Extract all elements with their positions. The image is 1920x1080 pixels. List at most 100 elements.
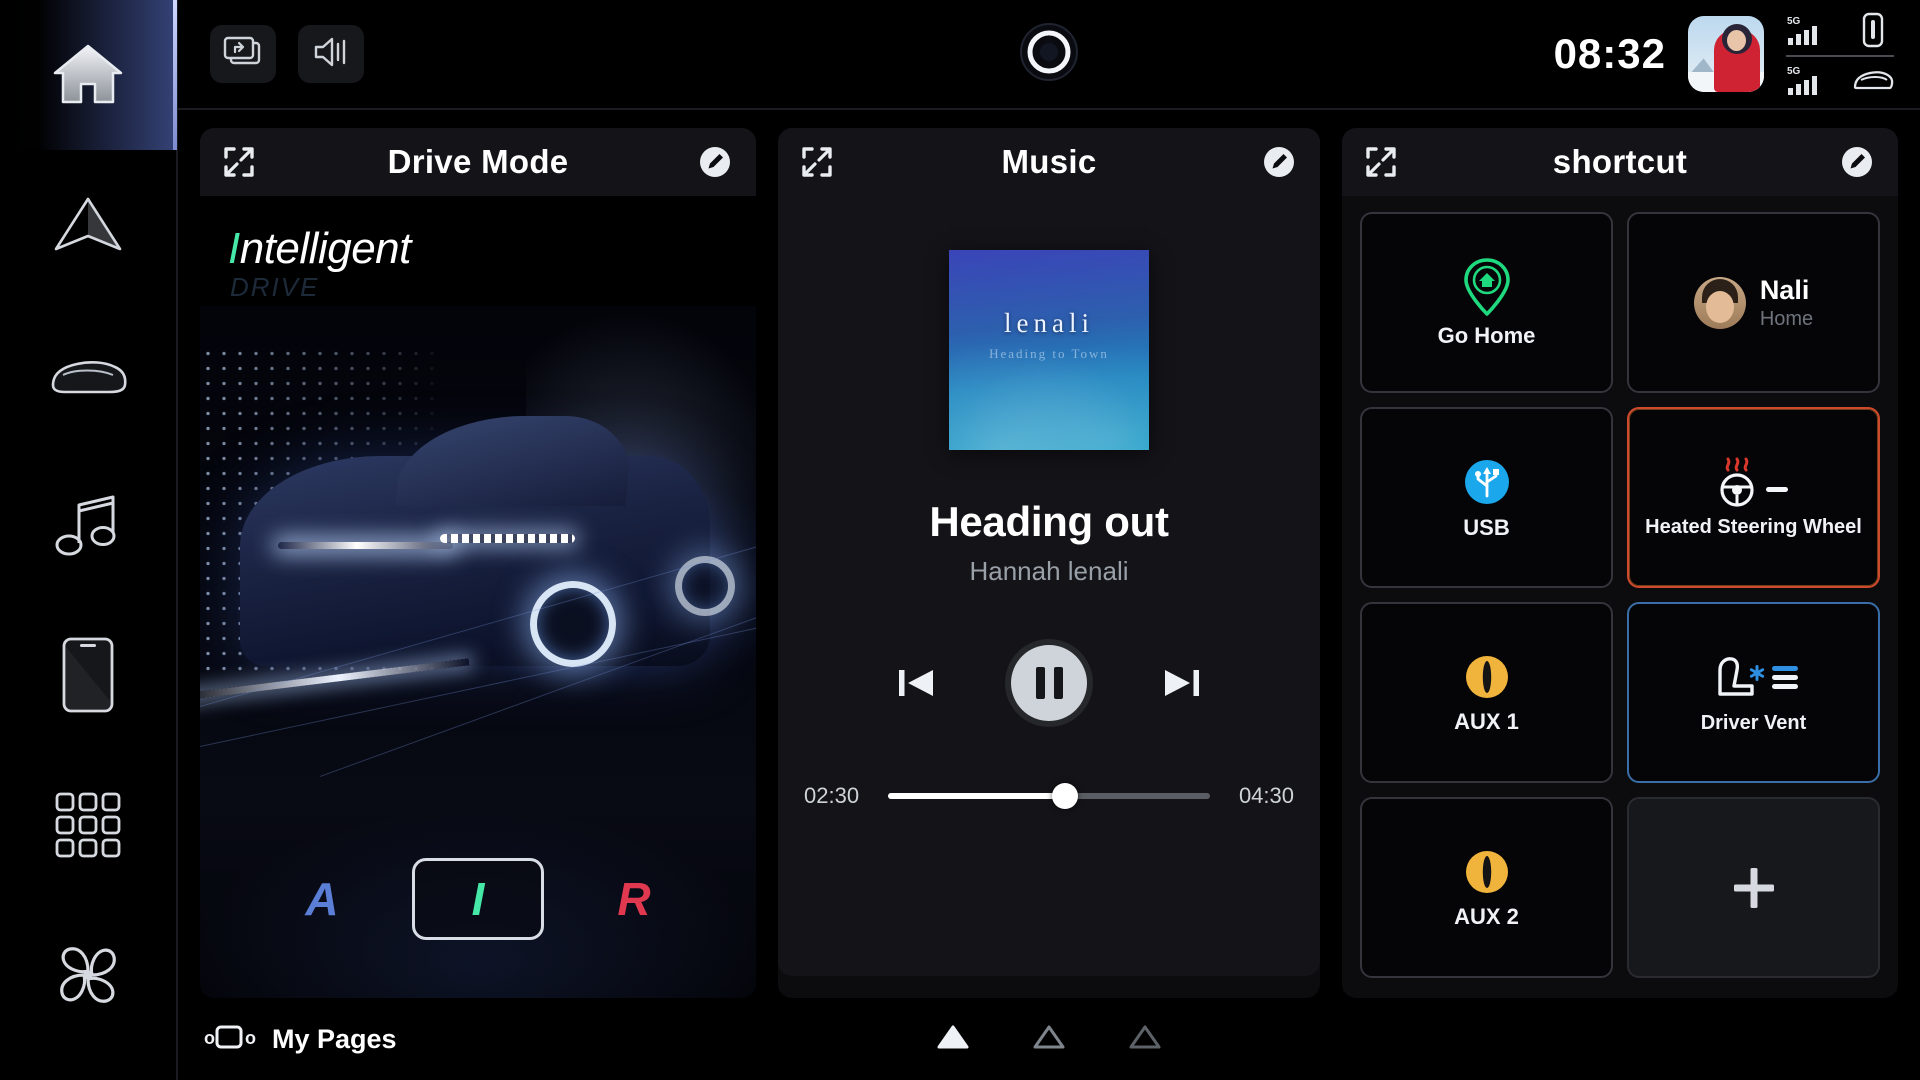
shortcut-label: Nali: [1759, 274, 1810, 305]
status-right-group: 08:32 5G 5G: [1554, 11, 1894, 97]
pages-carousel-icon: o o: [204, 1022, 258, 1057]
shortcut-tile-add[interactable]: [1627, 797, 1880, 978]
shortcut-tile-aux-1[interactable]: AUX 1: [1360, 602, 1613, 783]
edit-pencil-icon[interactable]: [1260, 143, 1298, 181]
drive-mode-option-r[interactable]: R: [598, 872, 670, 926]
pause-bar-left: [1035, 667, 1045, 699]
album-art-wave: [949, 326, 1149, 450]
music-card: Music lenali Heading to Town Heading out…: [778, 128, 1320, 998]
left-sidebar: [0, 0, 178, 1080]
drive-mode-card: Drive Mode DRIVE Intelligent A I R: [200, 128, 756, 998]
car-rear-wheel: [675, 556, 735, 616]
expand-icon[interactable]: [1364, 145, 1398, 179]
drive-mode-subtitle: DRIVE: [230, 272, 320, 302]
shortcut-tile-usb[interactable]: USB: [1360, 407, 1613, 588]
screen-share-button[interactable]: [210, 25, 276, 83]
edit-pencil-icon[interactable]: [696, 143, 734, 181]
voice-assistant-button[interactable]: [1018, 21, 1080, 88]
shortcut-tile-aux-2[interactable]: AUX 2: [1360, 797, 1613, 978]
sidebar-item-home[interactable]: [0, 0, 177, 150]
phone-icon: [60, 635, 116, 715]
album-art-subtitle: Heading to Town: [989, 346, 1109, 361]
playback-controls: [893, 645, 1205, 721]
drive-mode-selector: A I R: [200, 858, 756, 940]
contact-text: Nali Home: [1760, 275, 1813, 331]
page-indicators: [936, 1023, 1162, 1056]
car-front-wheel: [530, 581, 616, 667]
sidebar-item-apps[interactable]: [0, 750, 177, 900]
volume-speaker-icon: [312, 35, 350, 74]
aux-icon: [1460, 845, 1514, 899]
car-drl-strip: [440, 534, 575, 543]
drive-mode-title: Drive Mode: [387, 143, 569, 180]
sidebar-item-vehicle[interactable]: [0, 300, 177, 450]
album-art-title: lenali: [1004, 308, 1094, 338]
drive-mode-name-rest: ntelligent: [239, 224, 412, 273]
profile-avatar[interactable]: [1688, 16, 1764, 92]
map-pin-home-icon: [1460, 256, 1514, 318]
app-grid-icon: [51, 788, 125, 862]
sidebar-item-navigation[interactable]: [0, 150, 177, 300]
clock: 08:32: [1553, 30, 1666, 77]
sidebar-item-climate[interactable]: [0, 900, 177, 1050]
home-icon: [51, 42, 125, 108]
progress-fill: [888, 793, 1066, 799]
page-indicator-1[interactable]: [936, 1023, 970, 1056]
skip-next-icon[interactable]: [1159, 660, 1205, 706]
skip-previous-icon[interactable]: [893, 660, 939, 706]
connectivity-indicators: 5G 5G: [1786, 11, 1894, 97]
voice-assistant-icon: [1018, 21, 1080, 88]
album-art[interactable]: lenali Heading to Town: [949, 250, 1149, 450]
avatar-person-face: [1727, 30, 1746, 51]
navigation-arrow-icon: [51, 194, 125, 256]
edit-pencil-icon[interactable]: [1838, 143, 1876, 181]
drive-mode-body: DRIVE Intelligent A I R: [200, 196, 756, 998]
page-indicator-3[interactable]: [1128, 1023, 1162, 1056]
screen-share-icon: [223, 36, 263, 73]
progress-slider[interactable]: [888, 783, 1210, 809]
volume-button[interactable]: [298, 25, 364, 83]
expand-icon[interactable]: [800, 145, 834, 179]
music-title: Music: [1001, 143, 1097, 180]
shortcut-tile-contact-nali[interactable]: Nali Home: [1627, 212, 1880, 393]
music-note-icon: [51, 489, 125, 561]
drive-mode-header: Drive Mode: [200, 128, 756, 196]
elapsed-time: 02:30: [804, 783, 860, 808]
infotainment-screen: 08:32 5G 5G Drive Mode DRIVE Intelligent…: [0, 0, 1920, 1080]
shortcut-label: AUX 2: [1454, 904, 1519, 930]
shortcut-label: USB: [1463, 515, 1510, 541]
duration-time: 04:30: [1238, 783, 1294, 808]
shortcut-tile-driver-vent[interactable]: Driver Vent: [1627, 602, 1880, 783]
drive-mode-option-i[interactable]: I: [412, 858, 544, 940]
progress-knob[interactable]: [1052, 783, 1079, 809]
shortcut-tile-go-home[interactable]: Go Home: [1360, 212, 1613, 393]
sidebar-item-media[interactable]: [0, 450, 177, 600]
shortcut-card: shortcut Go Home Nali Home USB Heated St…: [1342, 128, 1898, 998]
svg-text:5G: 5G: [1787, 16, 1801, 27]
car-signal-indicator: 5G: [1786, 63, 1832, 97]
shortcut-sublabel: Home: [1759, 307, 1814, 330]
drive-mode-name: Intelligent: [228, 224, 411, 274]
contact-face: [1705, 290, 1734, 323]
page-indicator-2[interactable]: [1032, 1023, 1066, 1056]
svg-text:5G: 5G: [1787, 66, 1801, 77]
shortcut-label: AUX 1: [1454, 709, 1519, 735]
pause-bar-right: [1053, 667, 1063, 699]
connectivity-divider: [1786, 55, 1894, 57]
car-headlight-strip: [278, 542, 453, 549]
track-artist: Hannah lenali: [969, 556, 1129, 586]
phone-device-icon: [1852, 11, 1894, 49]
music-header: Music: [778, 128, 1320, 196]
car-device-icon: [1852, 66, 1894, 94]
drive-mode-option-a[interactable]: A: [286, 872, 358, 926]
heated-steering-wheel-icon: [1708, 456, 1800, 510]
sidebar-item-phone[interactable]: [0, 600, 177, 750]
svg-text:o: o: [245, 1028, 256, 1048]
my-pages-button[interactable]: o o My Pages: [204, 1022, 397, 1057]
track-title: Heading out: [929, 498, 1169, 545]
expand-icon[interactable]: [222, 145, 256, 179]
aux-icon: [1460, 650, 1514, 704]
pause-icon[interactable]: [1011, 645, 1087, 721]
widget-panels: Drive Mode DRIVE Intelligent A I R Music…: [178, 110, 1920, 998]
shortcut-tile-heated-steering-wheel[interactable]: Heated Steering Wheel: [1627, 407, 1880, 588]
